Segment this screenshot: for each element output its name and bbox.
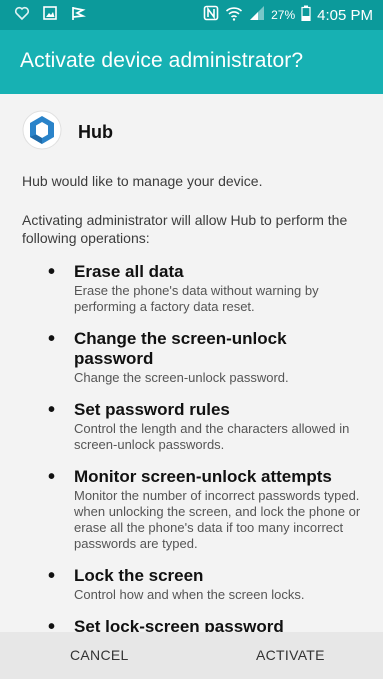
flag-icon xyxy=(70,5,87,26)
list-item: • Set lock-screen password xyxy=(48,617,368,632)
operation-description: Control the length and the characters al… xyxy=(74,421,350,452)
operation-description: Change the screen-unlock password. xyxy=(74,370,289,385)
image-icon xyxy=(42,5,58,26)
bullet: • xyxy=(48,466,56,488)
app-identity: Hub xyxy=(22,110,113,155)
cancel-button[interactable]: CANCEL xyxy=(70,632,129,679)
list-item: • Set password rules Control the length … xyxy=(48,400,368,453)
operation-title: Lock the screen xyxy=(74,566,204,585)
page-title: Activate device administrator? xyxy=(20,49,304,72)
list-item: • Change the screen-unlock password Chan… xyxy=(48,329,368,386)
operation-description: Erase the phone's data without warning b… xyxy=(74,283,319,314)
dialog-header: Activate device administrator? xyxy=(0,30,383,94)
signal-icon xyxy=(249,5,265,25)
status-indicators: 27% 4:05 PM xyxy=(203,5,373,25)
operation-title: Erase all data xyxy=(74,262,184,281)
nfc-icon xyxy=(203,5,219,25)
status-bar: 27% 4:05 PM xyxy=(0,0,383,30)
wifi-icon xyxy=(225,5,243,25)
status-time: 4:05 PM xyxy=(317,6,373,24)
activate-button[interactable]: ACTIVATE xyxy=(256,632,325,679)
lead-text: Activating administrator will allow Hub … xyxy=(22,212,348,246)
status-notifications xyxy=(14,5,87,26)
battery-percent: 27% xyxy=(271,8,296,22)
bullet: • xyxy=(48,616,56,632)
operation-description: Control how and when the screen locks. xyxy=(74,587,305,602)
bullet: • xyxy=(48,399,56,421)
operation-title: Change the screen-unlock password xyxy=(74,329,287,368)
bullet: • xyxy=(48,261,56,283)
list-item: • Erase all data Erase the phone's data … xyxy=(48,262,368,315)
operations-list: • Erase all data Erase the phone's data … xyxy=(48,262,368,632)
intro-text: Hub would like to manage your device. xyxy=(22,173,263,189)
list-item: • Monitor screen-unlock attempts Monitor… xyxy=(48,467,368,552)
operation-title: Set password rules xyxy=(74,400,230,419)
operation-title: Monitor screen-unlock attempts xyxy=(74,467,332,486)
bullet: • xyxy=(48,565,56,587)
hub-logo-icon xyxy=(22,110,62,155)
bullet: • xyxy=(48,328,56,350)
dialog-footer: CANCEL ACTIVATE xyxy=(0,632,383,679)
heart-icon xyxy=(14,5,30,26)
app-name: Hub xyxy=(78,121,113,142)
battery-icon xyxy=(301,5,311,25)
operation-description: Monitor the number of incorrect password… xyxy=(74,488,361,551)
list-item: • Lock the screen Control how and when t… xyxy=(48,566,368,603)
dialog-content[interactable]: Hub Hub would like to manage your device… xyxy=(0,94,383,632)
operation-title: Set lock-screen password xyxy=(74,617,284,632)
